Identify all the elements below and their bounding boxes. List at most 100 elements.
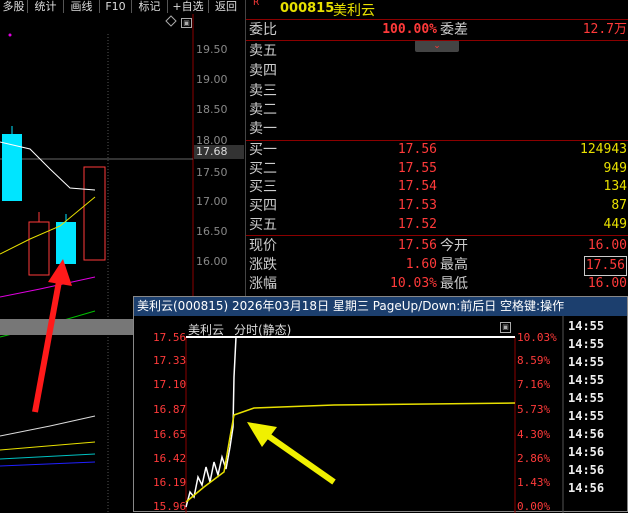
stat-value: 16.00 [587,238,627,253]
kline-y-tick: 17.50 [196,166,228,179]
stat-row: 现价 17.56 今开 16.00 [246,237,628,255]
kline-lower-line-1 [0,415,96,437]
weicha-value: 12.7万 [582,22,627,37]
current-price-tag: 17.68 [194,145,244,159]
intraday-right-tick: 10.03% [517,331,557,344]
buy-row[interactable]: 买五 17.52 449 [246,216,628,234]
intraday-chart-canvas [185,316,564,513]
stat-label: 今开 [440,238,468,254]
kline-candle-4 [83,166,106,261]
weicha-label: 委差 [440,22,468,38]
tick-time: 14:56 [568,463,605,477]
stat-label: 最低 [440,276,468,292]
tick-time: 14:55 [568,355,605,369]
sell-label: 卖四 [249,63,277,79]
stat-row: 涨幅 10.03% 最低 16.00 [246,275,628,293]
buy-price: 17.55 [397,161,437,176]
buy-row[interactable]: 买三 17.54 134 [246,178,628,196]
intraday-right-tick: 4.30% [517,428,551,441]
intraday-popup[interactable]: 美利云(000815) 2026年03月18日 星期三 PageUp/Down:… [133,296,628,513]
panel-toggle-icon[interactable]: ▣ [181,18,192,28]
buy-label: 买五 [249,217,277,233]
divider [246,40,628,41]
sell-row: 卖一 [246,120,628,138]
stat-row: 涨跌 1.60 最高 17.56 [246,256,628,276]
toolbar-f10-button[interactable]: F10 [100,0,132,13]
intraday-left-tick: 17.33 [153,354,187,367]
kline-candle-2 [28,221,50,276]
stat-value: 1.60 [405,257,437,272]
toolbar-back-button[interactable]: 返回 [209,0,243,13]
sell-row: 卖三 [246,82,628,100]
kline-lower-line-2 [0,441,96,451]
stock-name: 美利云 [333,3,375,19]
stat-label: 涨跌 [249,257,277,273]
buy-row[interactable]: 买二 17.55 949 [246,160,628,178]
intraday-left-tick: 16.42 [153,452,187,465]
stat-label: 现价 [249,238,277,254]
weibi-row: 委比 100.00% 委差 12.7万 [246,21,628,39]
intraday-right-tick: 7.16% [517,378,551,391]
buy-label: 买一 [249,142,277,158]
divider [246,19,628,20]
kline-marker-dot [8,33,12,37]
intraday-avg-line [185,402,516,503]
buy-label: 买四 [249,198,277,214]
kline-lower-line-4 [0,461,96,467]
intraday-left-tick: 16.65 [153,428,187,441]
kline-y-tick: 17.00 [196,195,228,208]
stat-label: 最高 [440,257,468,273]
kline-lower-line-3 [0,453,96,460]
sell-label: 卖二 [249,102,277,118]
intraday-left-tick: 15.96 [153,500,187,513]
intraday-left-tick: 16.19 [153,476,187,489]
kline-ma-magenta [0,276,96,298]
weibi-value: 100.00% [382,22,437,37]
sell-row: 卖二 [246,101,628,119]
kline-y-tick: 19.50 [196,43,228,56]
buy-price: 17.53 [397,198,437,213]
intraday-left-tick: 17.56 [153,331,187,344]
tick-time: 14:55 [568,391,605,405]
buy-price: 17.52 [397,217,437,232]
toolbar-add-watchlist-button[interactable]: +自选 [168,0,209,13]
buy-volume: 87 [611,198,627,213]
kline-y-tick: 16.00 [196,255,228,268]
tick-time: 14:56 [568,445,605,459]
r-badge: R [253,0,260,8]
kline-ma-yellow [0,196,96,255]
intraday-right-tick: 1.43% [517,476,551,489]
weibi-label: 委比 [249,22,277,38]
sell-label: 卖一 [249,121,277,137]
buy-price: 17.56 [397,142,437,157]
kline-candle-3 [56,222,76,264]
tick-time: 14:55 [568,319,605,333]
buy-volume: 124943 [580,142,627,157]
buy-label: 买二 [249,161,277,177]
buy-row[interactable]: 买一 17.56 124943 [246,141,628,159]
stat-value: 10.03% [390,276,437,291]
red-arrow-annotation [32,275,63,413]
buy-row[interactable]: 买四 17.53 87 [246,197,628,215]
toolbar-multi-stock-button[interactable]: 多股 [0,0,28,13]
buy-volume: 949 [603,161,627,176]
toolbar-mark-button[interactable]: 标记 [132,0,168,13]
yellow-arrow-head [247,422,277,447]
intraday-left-tick: 17.10 [153,378,187,391]
sell-row: 卖五 [246,42,628,60]
sell-label: 卖三 [249,83,277,99]
tick-time: 14:56 [568,481,605,495]
kline-candle-1 [2,134,22,201]
toolbar-draw-button[interactable]: 画线 [64,0,100,13]
buy-label: 买三 [249,179,277,195]
stat-label: 涨幅 [249,276,277,292]
tick-time: 14:55 [568,409,605,423]
stat-value: 17.56 [397,238,437,253]
stat-value-highlighted: 17.56 [583,256,627,276]
toolbar-stats-button[interactable]: 统计 [28,0,64,13]
kline-volume-separator [0,319,133,335]
sell-row: 卖四 [246,62,628,80]
yellow-arrow-annotation [262,430,336,485]
intraday-right-tick: 2.86% [517,452,551,465]
order-book-panel: R 000815 美利云 委比 100.00% 委差 12.7万 ⌄ 卖五 卖四… [245,0,628,296]
